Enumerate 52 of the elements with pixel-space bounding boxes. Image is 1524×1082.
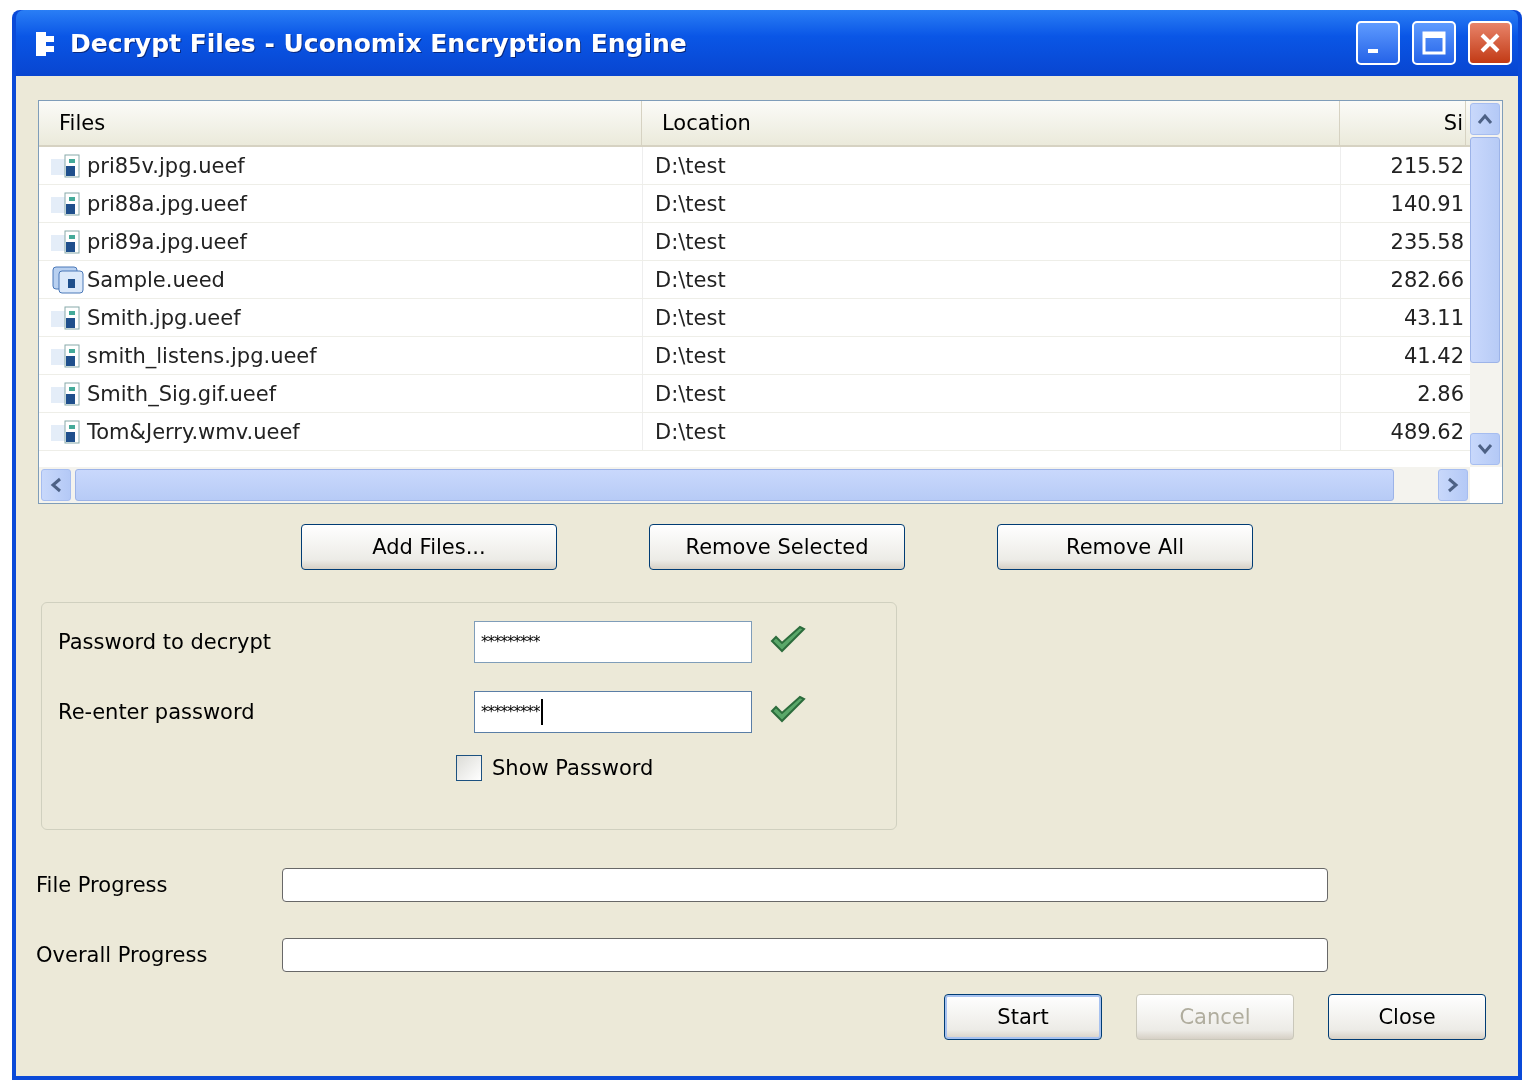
size-cell: 235.58	[1340, 223, 1466, 260]
file-name-cell[interactable]: Smith.jpg.ueef	[39, 299, 642, 336]
checkmark-icon	[770, 695, 806, 725]
size-cell: 282.66	[1340, 261, 1466, 298]
list-action-button[interactable]: Remove Selected	[649, 524, 905, 570]
column-header[interactable]: Files	[39, 101, 642, 145]
progress-label: File Progress	[36, 873, 169, 897]
file-name-cell[interactable]: pri85v.jpg.ueef	[39, 147, 642, 184]
checkmark-icon	[770, 625, 806, 655]
show-password-checkbox[interactable]: Show Password	[456, 755, 896, 781]
file-name-cell[interactable]: Tom&Jerry.wmv.ueef	[39, 413, 642, 450]
password-field[interactable]: *********	[474, 691, 752, 733]
location-cell: D:\test	[642, 147, 1340, 184]
vertical-scrollbar[interactable]	[1470, 101, 1502, 467]
progress-label: Overall Progress	[36, 943, 209, 967]
archive-icon	[51, 264, 85, 295]
location-cell: D:\test	[642, 185, 1340, 222]
column-header[interactable]: Si	[1340, 101, 1466, 145]
file-name-cell[interactable]: pri89a.jpg.ueef	[39, 223, 642, 260]
file-name-cell[interactable]: smith_listens.jpg.ueef	[39, 337, 642, 374]
size-cell: 43.11	[1340, 299, 1466, 336]
dialog-button[interactable]: Start	[944, 994, 1102, 1040]
size-cell: 215.52	[1340, 147, 1466, 184]
size-cell: 41.42	[1340, 337, 1466, 374]
text-cursor	[540, 699, 543, 725]
location-cell: D:\test	[642, 299, 1340, 336]
maximize-button[interactable]	[1412, 21, 1456, 65]
size-cell: 2.86	[1340, 375, 1466, 412]
size-cell: 140.91	[1340, 185, 1466, 222]
location-cell: D:\test	[642, 337, 1340, 374]
location-cell: D:\test	[642, 375, 1340, 412]
field-label: Password to decrypt	[58, 630, 272, 654]
file-name-cell[interactable]: pri88a.jpg.ueef	[39, 185, 642, 222]
close-icon	[1478, 31, 1502, 55]
location-cell: D:\test	[642, 261, 1340, 298]
location-cell: D:\test	[642, 413, 1340, 450]
minimize-button[interactable]	[1356, 21, 1400, 65]
maximize-icon	[1422, 31, 1446, 55]
password-field[interactable]: *********	[474, 621, 752, 663]
minimize-icon	[1368, 49, 1378, 53]
horizontal-scrollbar[interactable]	[39, 467, 1470, 503]
list-action-button[interactable]: Add Files...	[301, 524, 557, 570]
close-window-button[interactable]	[1468, 21, 1512, 65]
dialog-button[interactable]: Close	[1328, 994, 1486, 1040]
column-header[interactable]: Location	[642, 101, 1340, 145]
location-cell: D:\test	[642, 223, 1340, 260]
size-cell: 489.62	[1340, 413, 1466, 450]
window-title: Decrypt Files - Uconomix Encryption Engine	[70, 28, 688, 58]
file-name-cell[interactable]: Sample.ueed	[39, 261, 642, 298]
file-name-cell[interactable]: Smith_Sig.gif.ueef	[39, 375, 642, 412]
list-action-button[interactable]: Remove All	[997, 524, 1253, 570]
field-label: Re-enter password	[58, 700, 256, 724]
